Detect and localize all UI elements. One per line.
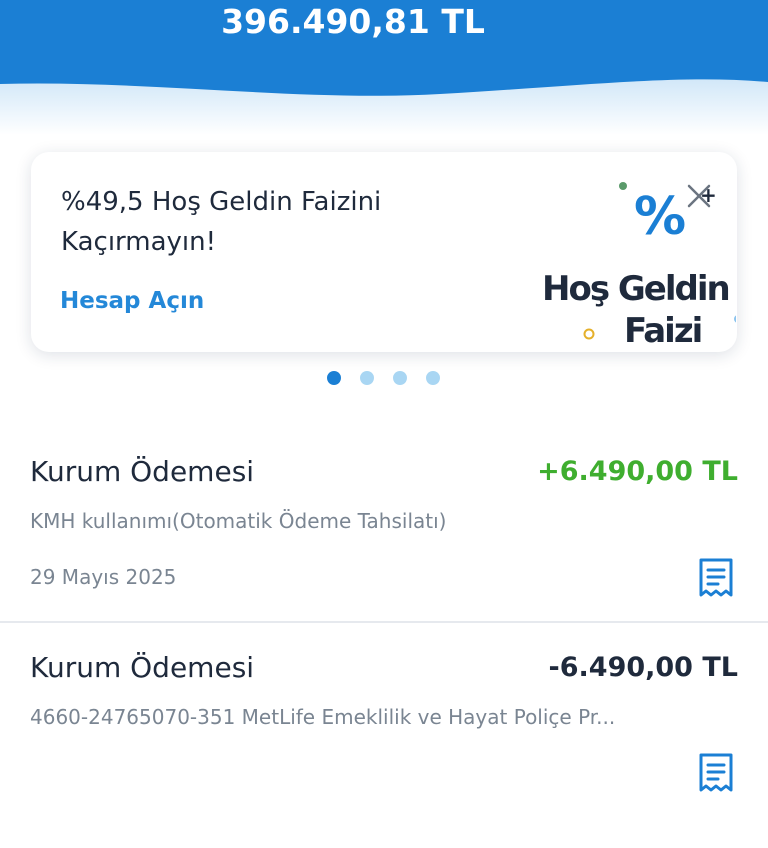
graphic-percent: % — [634, 187, 686, 247]
transaction-description: 4660-24765070-351 MetLife Emeklilik ve H… — [30, 705, 616, 729]
transaction-title: Kurum Ödemesi — [30, 455, 255, 488]
graphic-line2: Faizi — [624, 311, 701, 347]
carousel-indicator — [0, 370, 768, 386]
receipt-icon[interactable] — [696, 752, 736, 794]
promo-banner[interactable]: %49,5 Hoş Geldin Faizini Kaçırmayın! Hes… — [31, 152, 737, 352]
balance-header: 396.490,81 TL — [0, 0, 768, 135]
receipt-icon[interactable] — [696, 557, 736, 599]
promo-title-line2: Kaçırmayın! — [61, 227, 217, 257]
transaction-amount: -6.490,00 TL — [548, 652, 738, 683]
row-divider — [0, 621, 768, 623]
carousel-dot-3[interactable] — [393, 371, 407, 385]
decor-dot-green — [619, 182, 627, 190]
transaction-title: Kurum Ödemesi — [30, 651, 255, 684]
carousel-dot-1[interactable] — [327, 371, 341, 385]
promo-title: %49,5 Hoş Geldin Faizini Kaçırmayın! — [61, 182, 461, 262]
account-balance: 396.490,81 TL — [221, 2, 485, 41]
decor-dot-blue — [734, 315, 736, 323]
close-icon[interactable] — [681, 178, 717, 214]
decor-ring-yellow — [583, 328, 595, 340]
carousel-dot-2[interactable] — [360, 371, 374, 385]
graphic-line1: Hoş Geldin — [542, 269, 729, 309]
transaction-date: 29 Mayıs 2025 — [30, 565, 177, 589]
transaction-description: KMH kullanımı(Otomatik Ödeme Tahsilatı) — [30, 509, 447, 533]
transaction-row[interactable]: Kurum Ödemesi -6.490,00 TL 4660-24765070… — [0, 648, 768, 848]
transaction-amount: +6.490,00 TL — [537, 456, 738, 487]
open-account-link[interactable]: Hesap Açın — [60, 288, 204, 314]
promo-title-line1: %49,5 Hoş Geldin Faizini — [61, 187, 382, 217]
carousel-dot-4[interactable] — [426, 371, 440, 385]
